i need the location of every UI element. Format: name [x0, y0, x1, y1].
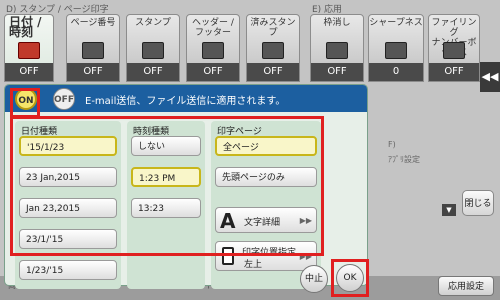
tab-page-number[interactable]: ページ番号 OFF: [66, 14, 120, 82]
tab-label: シャープネス: [369, 18, 423, 28]
tab-label: スタンプ: [135, 18, 171, 28]
tab-header-footer[interactable]: ヘッダー / フッター OFF: [186, 14, 240, 82]
page-number-icon: [82, 42, 104, 59]
tab-done-stamp[interactable]: 済みスタンプ OFF: [246, 14, 300, 82]
tab-value: OFF: [5, 63, 53, 81]
tab-value: OFF: [187, 63, 239, 81]
tab-value: OFF: [429, 63, 479, 81]
filing-number-icon: [443, 42, 465, 59]
function-tabs: 日付 / 時刻 OFF ページ番号 OFF スタンプ OFF ヘッダー / フッ…: [0, 14, 480, 82]
tab-value: OFF: [127, 63, 179, 81]
tab-value: OFF: [247, 63, 299, 81]
done-stamp-icon: [262, 42, 284, 59]
date-option[interactable]: 1/23/'15: [19, 260, 117, 280]
application-settings-button[interactable]: 応用設定: [438, 276, 494, 296]
options-highlight-frame: [10, 116, 324, 256]
tab-label: 日付 / 時刻: [9, 15, 42, 39]
tab-value: 0: [369, 63, 423, 81]
tab-sharpness[interactable]: シャープネス 0: [368, 14, 424, 82]
close-button[interactable]: 閉じる: [462, 190, 494, 216]
tab-stamp[interactable]: スタンプ OFF: [126, 14, 180, 82]
tab-value: OFF: [67, 63, 119, 81]
dropdown-arrow-icon[interactable]: ▼: [442, 204, 456, 216]
bg-hint-label: ｱﾌﾟﾘ設定: [388, 155, 420, 164]
panel-message: E-mail送信、ファイル送信に適用されます。: [85, 96, 286, 107]
tab-value: OFF: [311, 63, 363, 81]
header-footer-icon: [202, 42, 224, 59]
stamp-icon: [142, 42, 164, 59]
tab-label: ヘッダー / フッター: [192, 18, 234, 38]
tab-filing-number-box[interactable]: ファイリング ナンバーボックス OFF: [428, 14, 480, 82]
frame-erase-icon: [326, 42, 348, 59]
tab-label: 枠消し: [323, 18, 351, 28]
tab-frame-erase[interactable]: 枠消し OFF: [310, 14, 364, 82]
bg-hint-label: F): [388, 140, 396, 149]
tab-date-time[interactable]: 日付 / 時刻 OFF: [4, 14, 54, 82]
ok-button[interactable]: OK: [336, 264, 364, 292]
stop-button[interactable]: 中止: [300, 265, 328, 293]
date-time-icon: [18, 42, 40, 59]
print-position-value: 左上: [244, 260, 263, 270]
collapse-panel-button[interactable]: ◀◀: [480, 62, 500, 92]
tab-label: 済みスタンプ: [250, 18, 296, 38]
sharpness-icon: [385, 42, 407, 59]
off-toggle-button[interactable]: OFF: [53, 88, 75, 110]
on-highlight-frame: [10, 88, 40, 118]
tab-label: ページ番号: [70, 18, 116, 28]
